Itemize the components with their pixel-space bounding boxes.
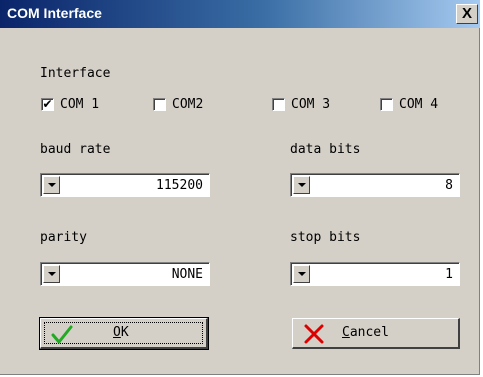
- cancel-accel-letter: C: [342, 325, 350, 340]
- parity-label: parity: [40, 230, 87, 245]
- com3-label: COM 3: [291, 97, 331, 112]
- data-bits-dropdown-button[interactable]: [293, 176, 310, 194]
- data-bits-label: data bits: [290, 142, 361, 157]
- baud-rate-dropdown-button[interactable]: [43, 176, 60, 194]
- parity-dropdown-button[interactable]: [43, 265, 60, 283]
- data-bits-value: 8: [445, 178, 453, 193]
- com1-checkbox-box[interactable]: ✔: [41, 98, 54, 111]
- ok-accel-letter: O: [113, 325, 121, 340]
- ok-label-rest: K: [120, 325, 129, 340]
- parity-select[interactable]: NONE: [40, 262, 210, 286]
- x-mark-icon: [304, 324, 324, 344]
- check-mark-icon: ✔: [42, 97, 53, 111]
- stop-bits-label: stop bits: [290, 230, 361, 245]
- com4-checkbox-box[interactable]: [380, 98, 393, 111]
- baud-rate-label: baud rate: [40, 142, 111, 157]
- data-bits-select[interactable]: 8: [290, 173, 460, 197]
- baud-rate-select[interactable]: 115200: [40, 173, 210, 197]
- checkbox-com2[interactable]: COM2: [153, 97, 203, 112]
- com4-label: COM 4: [399, 97, 439, 112]
- com-interface-dialog: COM Interface X Interface ✔ COM 1 COM2 C…: [0, 0, 480, 375]
- close-button[interactable]: X: [456, 4, 478, 24]
- dropdown-arrow-icon: [48, 183, 56, 187]
- com2-checkbox-box[interactable]: [153, 98, 166, 111]
- checkmark-icon: [51, 325, 73, 344]
- checkbox-com4[interactable]: COM 4: [380, 97, 438, 112]
- com1-label: COM 1: [60, 97, 100, 112]
- com2-label: COM2: [172, 97, 204, 112]
- baud-rate-value: 115200: [156, 178, 203, 193]
- parity-value: NONE: [171, 267, 203, 282]
- stop-bits-dropdown-button[interactable]: [293, 265, 310, 283]
- cancel-label-rest: ancel: [349, 325, 389, 340]
- checkbox-com3[interactable]: COM 3: [272, 97, 330, 112]
- ok-button[interactable]: OK: [39, 317, 209, 350]
- cancel-button[interactable]: Cancel: [292, 318, 460, 349]
- com3-checkbox-box[interactable]: [272, 98, 285, 111]
- dropdown-arrow-icon: [298, 183, 306, 187]
- dropdown-arrow-icon: [298, 272, 306, 276]
- stop-bits-select[interactable]: 1: [290, 262, 460, 286]
- window-title: COM Interface: [7, 5, 102, 21]
- interface-heading: Interface: [40, 66, 111, 81]
- stop-bits-value: 1: [445, 267, 453, 282]
- dropdown-arrow-icon: [48, 272, 56, 276]
- checkbox-com1[interactable]: ✔ COM 1: [41, 97, 99, 112]
- title-bar[interactable]: COM Interface X: [0, 0, 480, 28]
